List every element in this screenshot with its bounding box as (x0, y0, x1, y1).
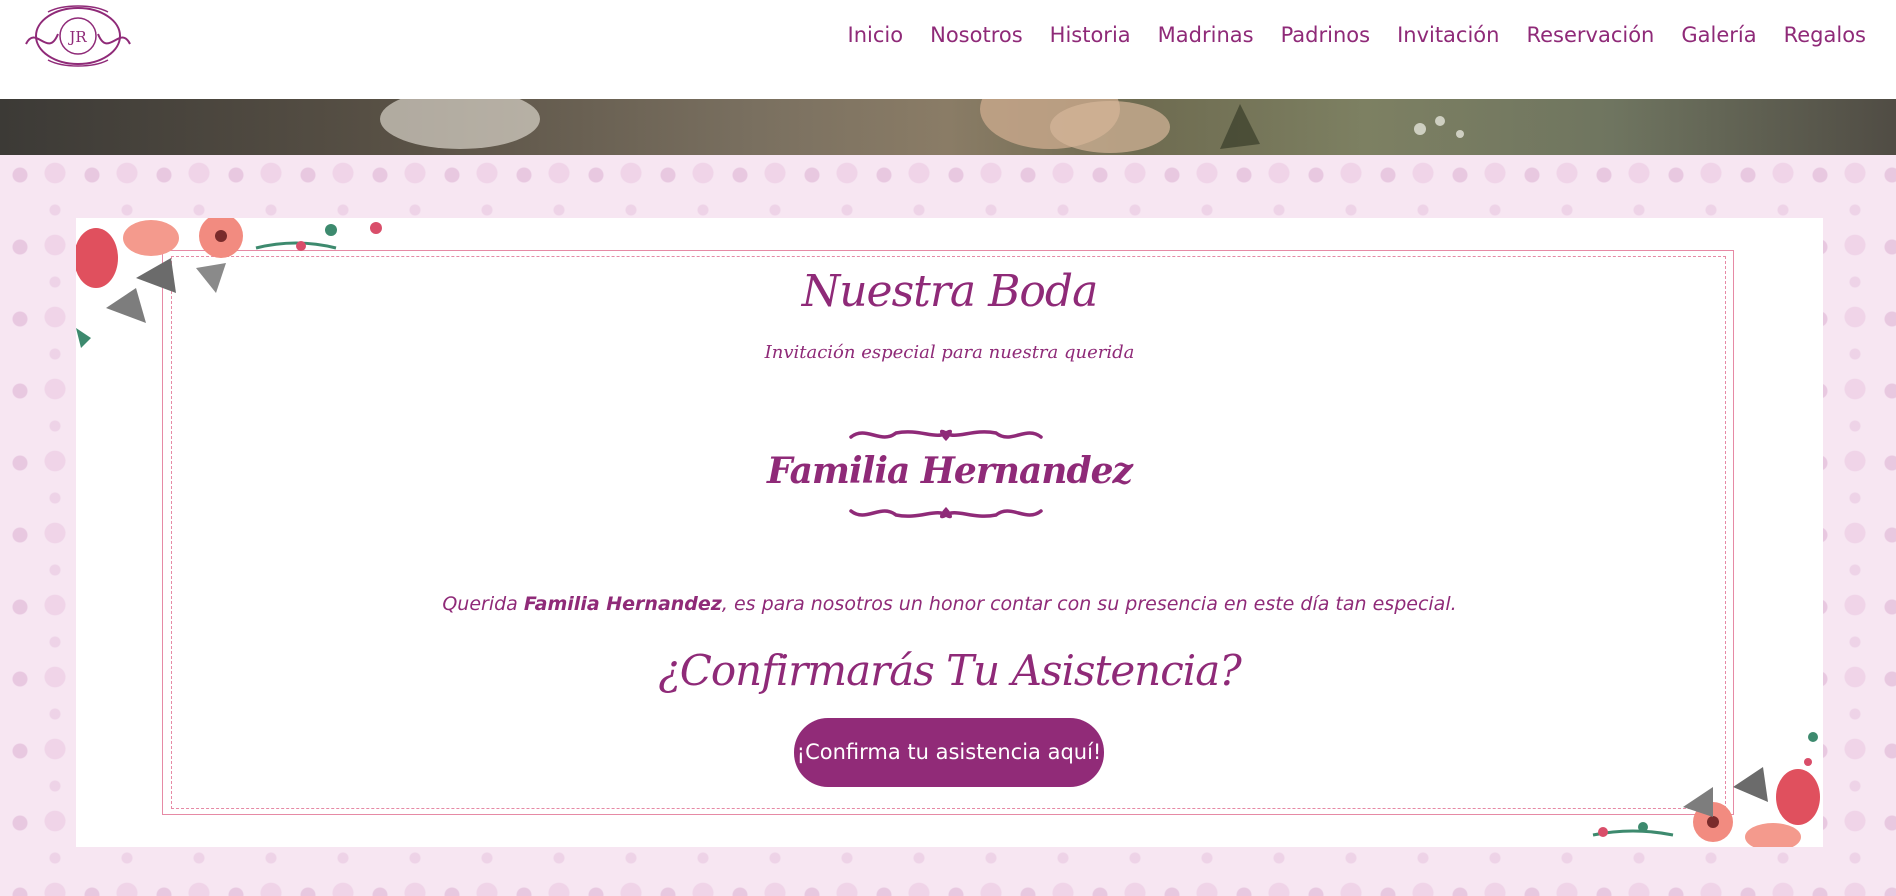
invitation-subtitle: Invitación especial para nuestra querida (764, 342, 1135, 363)
ornament-divider-bottom-icon (849, 507, 1043, 519)
confirm-heading: ¿Confirmarás Tu Asistencia? (658, 646, 1242, 695)
svg-text:JR: JR (67, 28, 87, 46)
confirm-attendance-button[interactable]: ¡Confirma tu asistencia aquí! (794, 718, 1104, 787)
nav-item-reservacion[interactable]: Reservación (1526, 18, 1654, 52)
hero-photo-detail (380, 99, 1464, 153)
message-prefix: Querida (442, 593, 524, 615)
invitation-content: Nuestra Boda Invitación especial para nu… (76, 218, 1823, 847)
invitation-title: Nuestra Boda (801, 266, 1099, 317)
nav-item-inicio[interactable]: Inicio (848, 18, 904, 52)
main-nav: Inicio Nosotros Historia Madrinas Padrin… (821, 18, 1866, 52)
nav-item-galeria[interactable]: Galería (1681, 18, 1756, 52)
nav-item-invitacion[interactable]: Invitación (1397, 18, 1499, 52)
nav-item-padrinos[interactable]: Padrinos (1281, 18, 1371, 52)
invitation-message: Querida Familia Hernandez, es para nosot… (76, 593, 1823, 615)
nav-item-nosotros[interactable]: Nosotros (930, 18, 1023, 52)
hero-photo (0, 99, 1896, 155)
site-header: JR Inicio Nosotros Historia Madrinas Pad… (0, 0, 1896, 99)
nav-item-regalos[interactable]: Regalos (1784, 18, 1866, 52)
message-family-name: Familia Hernandez (523, 593, 722, 615)
nav-item-madrinas[interactable]: Madrinas (1158, 18, 1254, 52)
nav-item-historia[interactable]: Historia (1050, 18, 1131, 52)
invitation-card: Nuestra Boda Invitación especial para nu… (76, 218, 1823, 847)
monogram-logo[interactable]: JR (18, 4, 138, 68)
message-suffix: , es para nosotros un honor contar con s… (721, 593, 1457, 615)
ornament-divider-top-icon (849, 429, 1043, 441)
guest-family-name: Familia Hernandez (767, 450, 1133, 492)
